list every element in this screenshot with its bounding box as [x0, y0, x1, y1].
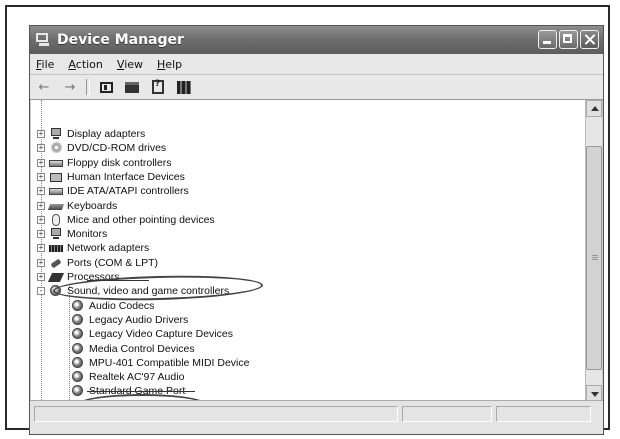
tree-category-expanded[interactable]: - Sound, video and game controllers: [37, 284, 229, 298]
tree-category-label: Floppy disk controllers: [67, 156, 172, 169]
sound-icon: [49, 285, 63, 297]
keyboard-icon: [49, 200, 63, 212]
device-manager-window: Device Manager File Action View Help ← →…: [29, 25, 604, 435]
expand-toggle-icon[interactable]: +: [37, 201, 45, 210]
expand-toggle-icon[interactable]: +: [37, 230, 45, 239]
disc-icon: [49, 142, 63, 154]
back-arrow-icon[interactable]: ←: [34, 78, 54, 96]
tree-category[interactable]: + Mice and other pointing devices: [37, 213, 215, 227]
tree-device-label: Realtek AC'97 Audio: [89, 371, 185, 384]
strike-standard-game-port: [87, 391, 195, 392]
tree-device-item[interactable]: Realtek AC'97 Audio: [71, 370, 184, 384]
expand-toggle-icon[interactable]: +: [37, 215, 45, 224]
scroll-up-button[interactable]: [586, 100, 602, 117]
tree-device-label: MPU-401 Compatible MIDI Device: [89, 356, 250, 369]
expand-toggle-icon[interactable]: +: [37, 158, 45, 167]
network-icon: [49, 242, 63, 254]
tree-device-label: Legacy Video Capture Devices: [89, 328, 233, 341]
sound-device-icon: [71, 299, 85, 312]
tree-category[interactable]: + Network adapters: [37, 241, 149, 255]
tree-category[interactable]: + Processors: [37, 270, 120, 284]
tree-category[interactable]: + Floppy disk controllers: [37, 156, 171, 170]
expand-toggle-icon[interactable]: +: [37, 130, 45, 138]
tree-category-label: IDE ATA/ATAPI controllers: [67, 185, 189, 198]
monitor-icon: [49, 228, 63, 240]
sound-device-icon: [71, 356, 85, 369]
status-bar: [30, 400, 603, 434]
sound-device-icon: [71, 371, 85, 383]
device-tree: + Display adapters + DVD/CD-ROM drives + Flop…: [31, 100, 586, 402]
tree-device-item[interactable]: Media Control Devices: [71, 342, 195, 356]
tree-category[interactable]: + Ports (COM & LPT): [37, 256, 158, 270]
tree-category[interactable]: + DVD/CD-ROM drives: [37, 141, 166, 155]
drive-icon: [49, 157, 63, 169]
menu-bar: File Action View Help: [30, 54, 603, 75]
tree-category-label: Processors: [67, 271, 120, 283]
close-button[interactable]: [580, 30, 599, 49]
tree-device-item[interactable]: Legacy Audio Drivers: [71, 313, 188, 327]
status-pane-3: [496, 406, 591, 422]
tree-device-label: Audio Codecs: [89, 299, 155, 312]
menu-action[interactable]: Action: [62, 58, 110, 71]
expand-toggle-icon[interactable]: +: [37, 172, 45, 181]
title-bar[interactable]: Device Manager: [30, 26, 603, 54]
tree-category-label: Network adapters: [67, 242, 150, 255]
tree-category-label: Ports (COM & LPT): [67, 256, 159, 269]
device-manager-icon: [36, 33, 52, 47]
port-icon: [49, 257, 63, 269]
tree-category[interactable]: + Keyboards: [37, 199, 117, 213]
mouse-icon: [49, 213, 63, 226]
processor-icon: [49, 271, 63, 283]
tree-device-item[interactable]: MPU-401 Compatible MIDI Device: [71, 356, 249, 370]
help-icon[interactable]: [148, 78, 168, 96]
sound-device-icon: [71, 328, 85, 340]
expand-toggle-icon[interactable]: +: [37, 144, 45, 153]
menu-file[interactable]: File: [30, 58, 62, 71]
drive-icon: [49, 185, 63, 197]
forward-arrow-icon[interactable]: →: [60, 78, 80, 96]
vertical-scrollbar[interactable]: [585, 100, 602, 402]
expand-toggle-icon[interactable]: +: [37, 258, 45, 267]
tree-category-label: Mice and other pointing devices: [67, 213, 215, 226]
minimize-button[interactable]: [538, 30, 557, 49]
toolbar-separator: [86, 79, 90, 95]
tree-device-item[interactable]: Legacy Video Capture Devices: [71, 327, 233, 341]
tree-device-item[interactable]: Audio Codecs: [71, 299, 154, 313]
strike-processors: [87, 280, 149, 281]
tree-category-label: Monitors: [67, 228, 108, 241]
properties-icon[interactable]: [96, 78, 116, 96]
sound-device-icon: [71, 313, 85, 326]
tree-category-label: Sound, video and game controllers: [67, 285, 230, 298]
scan-hardware-icon[interactable]: [174, 78, 194, 96]
tree-category-label: Human Interface Devices: [67, 170, 185, 183]
toolbar: ← →: [30, 75, 603, 100]
expand-toggle-icon[interactable]: +: [37, 187, 45, 196]
sound-device-icon: [71, 342, 85, 355]
maximize-button[interactable]: [559, 30, 578, 49]
expand-toggle-icon[interactable]: +: [37, 244, 45, 253]
menu-help[interactable]: Help: [151, 58, 190, 71]
status-pane-2: [402, 406, 492, 422]
tree-device-label: Media Control Devices: [89, 342, 195, 355]
print-icon[interactable]: [122, 78, 142, 96]
tree-category[interactable]: + Human Interface Devices: [37, 170, 185, 184]
tree-category[interactable]: + Monitors: [37, 227, 107, 241]
tree-category[interactable]: + IDE ATA/ATAPI controllers: [37, 184, 189, 198]
monitor-icon: [49, 128, 63, 140]
tree-category[interactable]: + Display adapters: [37, 127, 145, 141]
status-pane-main: [34, 406, 398, 422]
collapse-toggle-icon[interactable]: -: [37, 287, 45, 296]
expand-toggle-icon[interactable]: +: [37, 273, 45, 281]
menu-view[interactable]: View: [111, 58, 151, 71]
window-title: Device Manager: [57, 32, 184, 48]
tree-category-label: Keyboards: [67, 199, 118, 212]
tree-category-label: DVD/CD-ROM drives: [67, 142, 167, 155]
scroll-thumb[interactable]: [586, 146, 602, 370]
hid-icon: [49, 171, 63, 183]
tree-device-label: Legacy Audio Drivers: [89, 313, 189, 326]
sound-device-icon: [71, 385, 85, 397]
tree-category-label: Display adapters: [67, 128, 146, 140]
